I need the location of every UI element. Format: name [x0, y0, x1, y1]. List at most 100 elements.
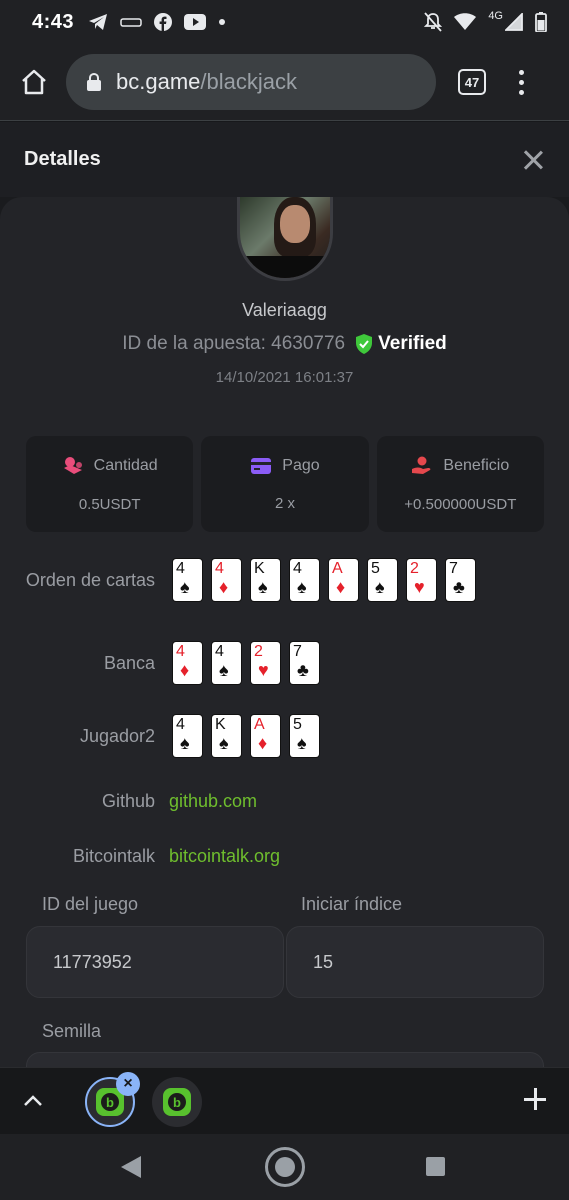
- new-tab-icon[interactable]: [523, 1087, 547, 1111]
- playing-card: 7 ♣: [290, 642, 319, 684]
- url-host: bc.game: [116, 69, 201, 94]
- card-rank: A: [254, 716, 265, 733]
- stat-profit-value: +0.500000USDT: [404, 495, 517, 513]
- close-tab-icon[interactable]: ×: [116, 1072, 140, 1096]
- github-row: Github github.com: [0, 791, 569, 812]
- stats-row: Cantidad 0.5USDT Pago 2 x Beneficio +0.5…: [26, 436, 544, 532]
- browser-menu-button[interactable]: [516, 69, 526, 95]
- card-suit-icon: ♠: [180, 733, 190, 753]
- seed-field[interactable]: [26, 1052, 544, 1067]
- playing-card: 2 ♥: [407, 559, 436, 601]
- tab-switcher-button[interactable]: 47: [458, 69, 486, 95]
- card-order-cards: 4 ♠ 4 ♦ K ♠ 4 ♠ A ♦ 5 ♠ 2 ♥ 7 ♣: [173, 559, 475, 601]
- bitcointalk-link[interactable]: bitcointalk.org: [169, 846, 280, 867]
- chevron-up-icon: [24, 1095, 42, 1106]
- game-id-field[interactable]: 11773952: [26, 926, 284, 998]
- card-rank: 5: [293, 716, 302, 733]
- card-rank: 2: [254, 643, 263, 660]
- bitcointalk-label: Bitcointalk: [72, 846, 155, 866]
- status-time: 4:43: [32, 10, 75, 33]
- bank-cards: 4 ♦ 4 ♠ 2 ♥ 7 ♣: [173, 642, 319, 684]
- dot-icon: [219, 19, 226, 25]
- card-rank: 4: [215, 560, 224, 577]
- card-suit-icon: ♠: [297, 577, 307, 597]
- playing-card: 5 ♠: [368, 559, 397, 601]
- playing-card: A ♦: [251, 715, 280, 757]
- home-nav-icon[interactable]: [265, 1147, 305, 1187]
- card-suit-icon: ♦: [258, 733, 268, 753]
- hand-coin-icon: [412, 456, 431, 474]
- card-suit-icon: ♠: [219, 660, 229, 680]
- card-suit-icon: ♥: [258, 660, 269, 680]
- card-rank: 4: [176, 716, 185, 733]
- shield-check-icon: [356, 334, 373, 354]
- facebook-icon: [154, 13, 173, 31]
- playing-card: 4 ♠: [290, 559, 319, 601]
- modal-title: Detalles: [24, 148, 101, 170]
- recent-apps-icon[interactable]: [426, 1157, 445, 1176]
- url-path: /blackjack: [200, 69, 297, 94]
- player-cards: 4 ♠ K ♠ A ♦ 5 ♠: [173, 715, 319, 757]
- menu-dot: [518, 89, 524, 95]
- stat-payout: Pago 2 x: [201, 436, 369, 532]
- playing-card: K ♠: [212, 715, 241, 757]
- card-suit-icon: ♠: [258, 577, 268, 597]
- do-not-disturb-icon: [424, 12, 443, 32]
- signal-icon: [505, 13, 523, 31]
- telegram-icon: [89, 14, 108, 30]
- card-rank: 4: [176, 560, 185, 577]
- card-icon: [251, 457, 272, 474]
- stat-profit-label: Beneficio: [443, 456, 510, 474]
- stat-amount-value: 0.5USDT: [78, 495, 141, 513]
- bet-timestamp: 14/10/2021 16:01:37: [215, 369, 354, 386]
- bank-row: Banca 4 ♦ 4 ♠ 2 ♥ 7 ♣: [0, 642, 569, 684]
- player-row: Jugador2 4 ♠ K ♠ A ♦ 5 ♠: [0, 715, 569, 757]
- page-content: Detalles Valeriaagg ID de la apuesta: 46…: [0, 122, 569, 1067]
- card-rank: 7: [293, 643, 302, 660]
- wifi-icon: [454, 13, 477, 30]
- playing-card: 4 ♠: [212, 642, 241, 684]
- card-order-label: Orden de cartas: [25, 569, 155, 590]
- network-type-label: 4G: [488, 10, 503, 22]
- playing-card: 4 ♦: [173, 642, 202, 684]
- card-rank: 4: [293, 560, 302, 577]
- card-rank: 4: [215, 643, 224, 660]
- game-id-label: ID del juego: [42, 894, 139, 914]
- card-rank: A: [332, 560, 343, 577]
- username[interactable]: Valeriaagg: [0, 300, 569, 321]
- playing-card: 7 ♣: [446, 559, 475, 601]
- bitcointalk-row: Bitcointalk bitcointalk.org: [0, 846, 569, 867]
- verified-label: Verified: [378, 333, 447, 354]
- bcgame-logo-icon: b: [163, 1088, 191, 1116]
- card-rank: 4: [176, 643, 185, 660]
- avatar[interactable]: [237, 197, 333, 281]
- github-label: Github: [101, 791, 155, 811]
- card-order-row: Orden de cartas 4 ♠ 4 ♦ K ♠ 4 ♠ A ♦ 5 ♠ 2 ♥ 7 ♣: [0, 559, 569, 601]
- system-icons: 4G: [424, 10, 547, 32]
- expand-tabs-button[interactable]: [22, 1090, 44, 1112]
- close-icon[interactable]: [521, 148, 545, 172]
- card-suit-icon: ♣: [297, 660, 309, 680]
- back-icon[interactable]: [121, 1156, 141, 1178]
- tab-strip: b × b: [0, 1067, 569, 1134]
- stat-amount: Cantidad 0.5USDT: [26, 436, 194, 532]
- stat-payout-label: Pago: [282, 456, 320, 474]
- bank-label: Banca: [103, 652, 155, 673]
- status-bar: 4:43 4G: [0, 0, 569, 44]
- menu-dot: [518, 79, 524, 85]
- playing-card: 5 ♠: [290, 715, 319, 757]
- battery-icon: [535, 12, 547, 32]
- browser-toolbar: bc.game/blackjack 47: [0, 44, 569, 121]
- stat-payout-value: 2 x: [274, 494, 295, 512]
- home-button[interactable]: [14, 62, 54, 102]
- notification-icons: [88, 13, 226, 31]
- address-bar[interactable]: bc.game/blackjack: [66, 54, 436, 110]
- github-link[interactable]: github.com: [169, 791, 257, 812]
- player-label: Jugador2: [79, 725, 155, 746]
- card-rank: K: [215, 716, 226, 733]
- card-rank: 7: [449, 560, 458, 577]
- playing-card: A ♦: [329, 559, 358, 601]
- card-suit-icon: ♣: [453, 577, 465, 597]
- start-index-field[interactable]: 15: [286, 926, 544, 998]
- tab-bcgame[interactable]: b: [152, 1077, 202, 1127]
